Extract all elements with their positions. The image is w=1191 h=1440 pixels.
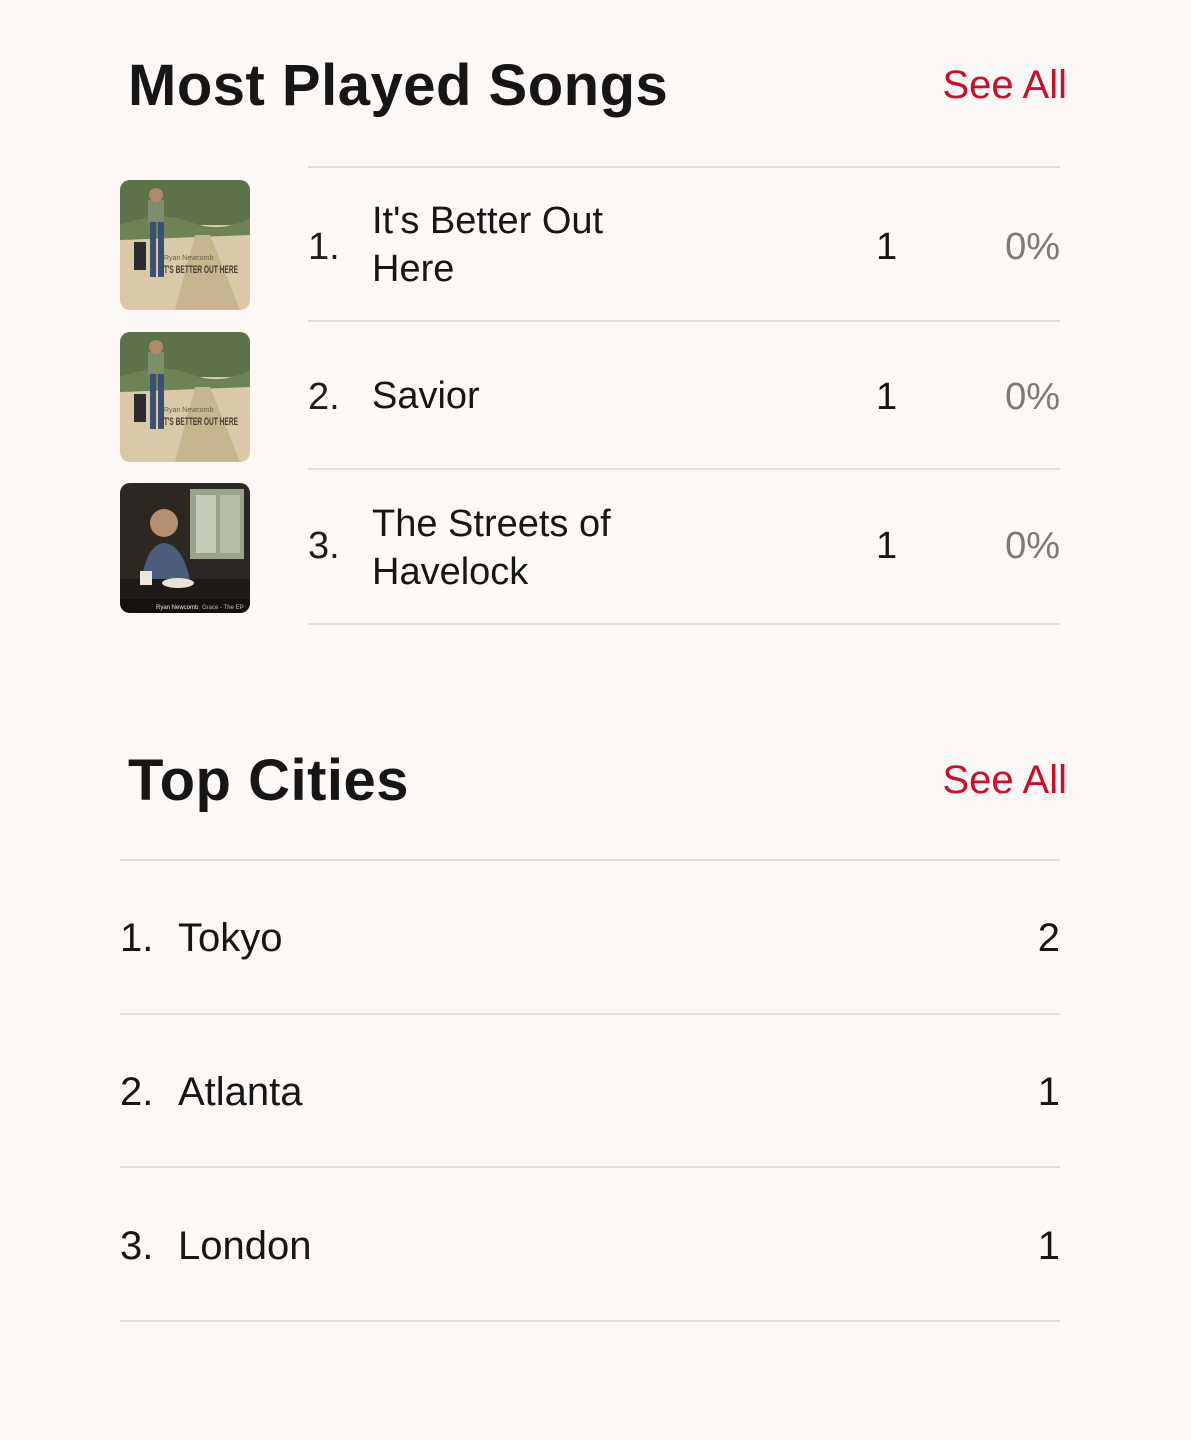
- city-count: 2: [1037, 916, 1060, 960]
- song-percent: 0%: [1005, 376, 1060, 418]
- art-album-text: Grace - The EP: [202, 605, 244, 611]
- city-row[interactable]: 3. London 1: [120, 1224, 1060, 1274]
- city-name: London: [178, 1224, 312, 1268]
- song-row[interactable]: Ryan Newcomb IT'S BETTER OUT HERE 2. Sav…: [120, 332, 1060, 462]
- most-played-header: Most Played Songs See All: [128, 52, 1067, 119]
- city-row[interactable]: 1. Tokyo 2: [120, 916, 1060, 966]
- song-title: Savior: [372, 375, 480, 417]
- most-played-title: Most Played Songs: [128, 53, 669, 118]
- song-row[interactable]: Ryan Newcomb Grace - The EP 3. The Stree…: [120, 483, 1060, 613]
- city-name: Tokyo: [178, 916, 283, 960]
- city-count: 1: [1037, 1070, 1060, 1114]
- song-percent: 0%: [1005, 226, 1060, 268]
- album-art: Ryan Newcomb Grace - The EP: [120, 483, 250, 613]
- most-played-see-all-link[interactable]: See All: [942, 63, 1067, 108]
- city-rank: 1.: [120, 916, 154, 960]
- song-plays: 1: [876, 525, 898, 567]
- divider: [120, 859, 1060, 861]
- song-rank: 2.: [308, 376, 340, 418]
- city-row[interactable]: 2. Atlanta 1: [120, 1070, 1060, 1120]
- city-name: Atlanta: [178, 1070, 303, 1114]
- divider: [308, 166, 1060, 168]
- divider: [308, 623, 1060, 625]
- art-album-text: IT'S BETTER OUT HERE: [162, 264, 238, 276]
- top-cities-title: Top Cities: [128, 748, 410, 813]
- divider: [308, 468, 1060, 470]
- top-cities-see-all-link[interactable]: See All: [942, 758, 1067, 803]
- divider: [120, 1166, 1060, 1168]
- art-artist-text: Ryan Newcomb: [156, 605, 199, 611]
- album-art: Ryan Newcomb IT'S BETTER OUT HERE: [120, 180, 250, 310]
- art-artist-text: Ryan Newcomb: [164, 407, 214, 414]
- art-album-text: IT'S BETTER OUT HERE: [162, 416, 238, 428]
- song-title: It's Better Out Here: [372, 200, 604, 290]
- song-rank: 1.: [308, 226, 340, 268]
- divider: [308, 320, 1060, 322]
- song-rank: 3.: [308, 525, 340, 567]
- divider: [120, 1013, 1060, 1015]
- song-row[interactable]: Ryan Newcomb IT'S BETTER OUT HERE 1. It'…: [120, 180, 1060, 310]
- city-rank: 2.: [120, 1070, 154, 1114]
- top-cities-header: Top Cities See All: [128, 747, 1067, 814]
- city-rank: 3.: [120, 1224, 154, 1268]
- song-title: The Streets of Havelock: [372, 503, 611, 593]
- city-count: 1: [1037, 1224, 1060, 1268]
- art-artist-text: Ryan Newcomb: [164, 255, 214, 262]
- song-plays: 1: [876, 226, 898, 268]
- song-percent: 0%: [1005, 525, 1060, 567]
- divider: [120, 1320, 1060, 1322]
- song-plays: 1: [876, 376, 898, 418]
- album-art: Ryan Newcomb IT'S BETTER OUT HERE: [120, 332, 250, 462]
